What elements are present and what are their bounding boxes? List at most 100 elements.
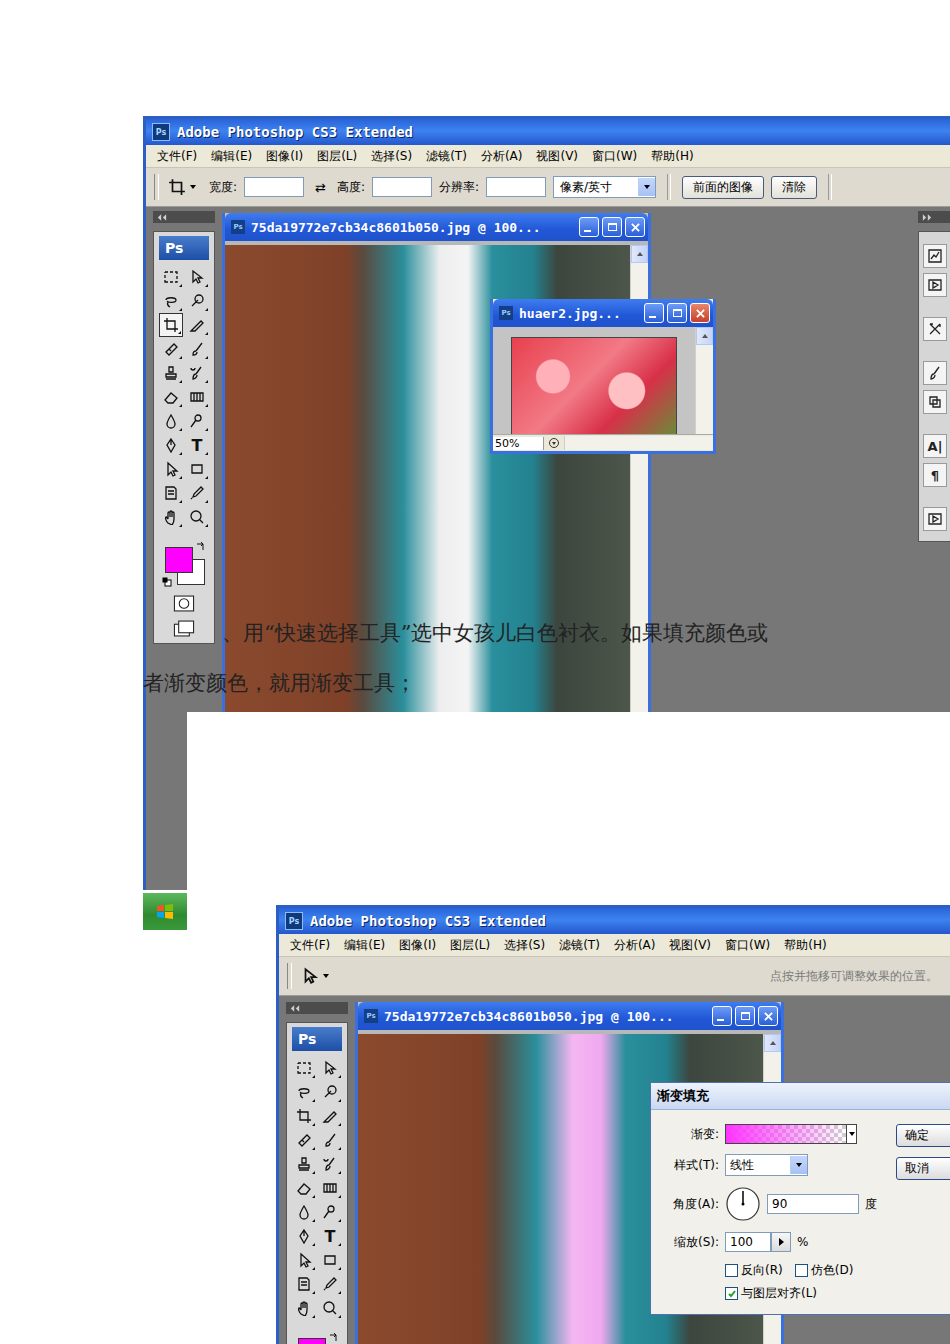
minimize-button[interactable] (644, 303, 664, 323)
tool-button[interactable] (292, 1104, 316, 1128)
options-grip[interactable] (287, 963, 292, 989)
tool-button[interactable] (159, 313, 183, 337)
menu-item[interactable]: 视图(V) (529, 146, 585, 167)
tool-preset-picker[interactable] (166, 178, 202, 196)
menu-item[interactable]: 分析(A) (607, 935, 663, 956)
tool-button[interactable] (185, 385, 209, 409)
horizontal-scrollbar[interactable] (564, 436, 713, 450)
select-button[interactable] (790, 1156, 807, 1174)
tool-button[interactable] (318, 1104, 342, 1128)
tool-button[interactable] (159, 505, 183, 529)
menu-item[interactable]: 帮助(H) (777, 935, 833, 956)
tool-button[interactable] (292, 1128, 316, 1152)
checkbox[interactable]: 反向(R) (725, 1262, 783, 1279)
document-titlebar[interactable]: Ps75da19772e7cb34c8601b050.jpg @ 100... (225, 213, 648, 241)
menu-item[interactable]: 图层(L) (310, 146, 364, 167)
tool-button[interactable] (159, 457, 183, 481)
scroll-up-button[interactable] (696, 327, 713, 345)
tool-button[interactable] (292, 1272, 316, 1296)
collapse-arrows-icon[interactable] (922, 214, 932, 221)
tool-button[interactable] (292, 1224, 316, 1248)
tool-button[interactable] (318, 1296, 342, 1320)
tool-button[interactable] (318, 1248, 342, 1272)
status-menu-icon[interactable] (548, 437, 560, 449)
vertical-scrollbar[interactable] (695, 327, 713, 434)
tool-button[interactable] (185, 409, 209, 433)
tool-button[interactable] (318, 1080, 342, 1104)
angle-dial[interactable] (725, 1186, 761, 1222)
collapse-arrows-icon[interactable] (290, 1005, 300, 1012)
document-titlebar[interactable]: Ps75da19772e7cb34c8601b050.jpg @ 100... (358, 1002, 781, 1030)
menu-item[interactable]: 编辑(E) (337, 935, 392, 956)
swap-colors-icon[interactable] (329, 1332, 339, 1342)
menu-item[interactable]: 视图(V) (662, 935, 718, 956)
menu-item[interactable]: 编辑(E) (204, 146, 259, 167)
angle-input[interactable]: 90 (767, 1194, 859, 1214)
dialog-button[interactable]: 取消 (896, 1157, 950, 1180)
tool-button[interactable] (185, 265, 209, 289)
tool-preset-picker[interactable] (299, 967, 335, 985)
checkbox[interactable]: 与图层对齐(L) (725, 1285, 817, 1302)
tool-button[interactable] (292, 1296, 316, 1320)
menu-item[interactable]: 文件(F) (150, 146, 204, 167)
menu-item[interactable]: 帮助(H) (644, 146, 700, 167)
dock-panel-button[interactable] (923, 317, 947, 341)
style-select[interactable]: 线性 (725, 1154, 808, 1176)
close-button[interactable] (625, 217, 645, 237)
menu-item[interactable]: 窗口(W) (585, 146, 644, 167)
scale-input[interactable]: 100 (725, 1232, 771, 1252)
menu-item[interactable]: 图像(I) (259, 146, 310, 167)
tool-button[interactable] (185, 481, 209, 505)
menu-item[interactable]: 滤镜(T) (552, 935, 607, 956)
tool-button[interactable] (292, 1080, 316, 1104)
checkbox-box[interactable] (725, 1264, 738, 1277)
dock-panel-button[interactable]: ¶ (923, 463, 947, 487)
unit-select[interactable]: 像素/英寸 (553, 176, 656, 198)
dock-panel-button[interactable] (923, 390, 947, 414)
menu-item[interactable]: 图像(I) (392, 935, 443, 956)
minimize-button[interactable] (579, 217, 599, 237)
menu-item[interactable]: 分析(A) (474, 146, 530, 167)
gradient-fill-dialog[interactable]: 渐变填充渐变:样式(T):线性角度(A):90度缩放(S):100%反向(R)仿… (650, 1082, 950, 1315)
gradient-dropdown-button[interactable] (847, 1124, 857, 1144)
tool-button[interactable] (318, 1056, 342, 1080)
tool-button[interactable]: T (318, 1224, 342, 1248)
checkbox[interactable]: 仿色(D) (795, 1262, 854, 1279)
panel-grip[interactable] (153, 211, 215, 223)
option-button[interactable]: 前面的图像 (682, 176, 764, 199)
tool-button[interactable] (159, 265, 183, 289)
tool-button[interactable] (185, 313, 209, 337)
quick-mask-icon[interactable] (173, 595, 195, 612)
dock-panel-button[interactable] (923, 507, 947, 531)
dock-panel-button[interactable]: A| (923, 434, 947, 458)
dialog-button[interactable]: 确定 (896, 1124, 950, 1147)
toolbox[interactable]: PsT (153, 211, 215, 644)
close-button[interactable] (690, 303, 710, 323)
tool-button[interactable] (292, 1176, 316, 1200)
tool-button[interactable] (292, 1248, 316, 1272)
tool-button[interactable] (159, 289, 183, 313)
tool-button[interactable] (292, 1152, 316, 1176)
document-window[interactable]: Pshuaer2.jpg...50% (490, 299, 716, 454)
close-button[interactable] (758, 1006, 778, 1026)
tool-button[interactable] (318, 1152, 342, 1176)
tool-button[interactable] (159, 409, 183, 433)
tool-button[interactable] (185, 505, 209, 529)
scroll-up-button[interactable] (764, 1034, 781, 1052)
tool-button[interactable]: T (185, 433, 209, 457)
toolbox[interactable]: PsT (286, 1002, 348, 1344)
tool-button[interactable] (318, 1272, 342, 1296)
foreground-color-swatch[interactable] (298, 1338, 326, 1344)
foreground-color-swatch[interactable] (165, 547, 193, 573)
dock-panel-button[interactable] (923, 273, 947, 297)
tool-button[interactable] (159, 433, 183, 457)
text-field[interactable] (486, 177, 546, 197)
tool-button[interactable] (292, 1056, 316, 1080)
screen-mode-icon[interactable] (173, 620, 195, 637)
text-field[interactable] (244, 177, 304, 197)
tool-button[interactable] (318, 1200, 342, 1224)
gradient-picker[interactable] (725, 1124, 847, 1144)
dock-panel-button[interactable] (923, 361, 947, 385)
checkbox-box[interactable] (795, 1264, 808, 1277)
menu-item[interactable]: 选择(S) (497, 935, 552, 956)
